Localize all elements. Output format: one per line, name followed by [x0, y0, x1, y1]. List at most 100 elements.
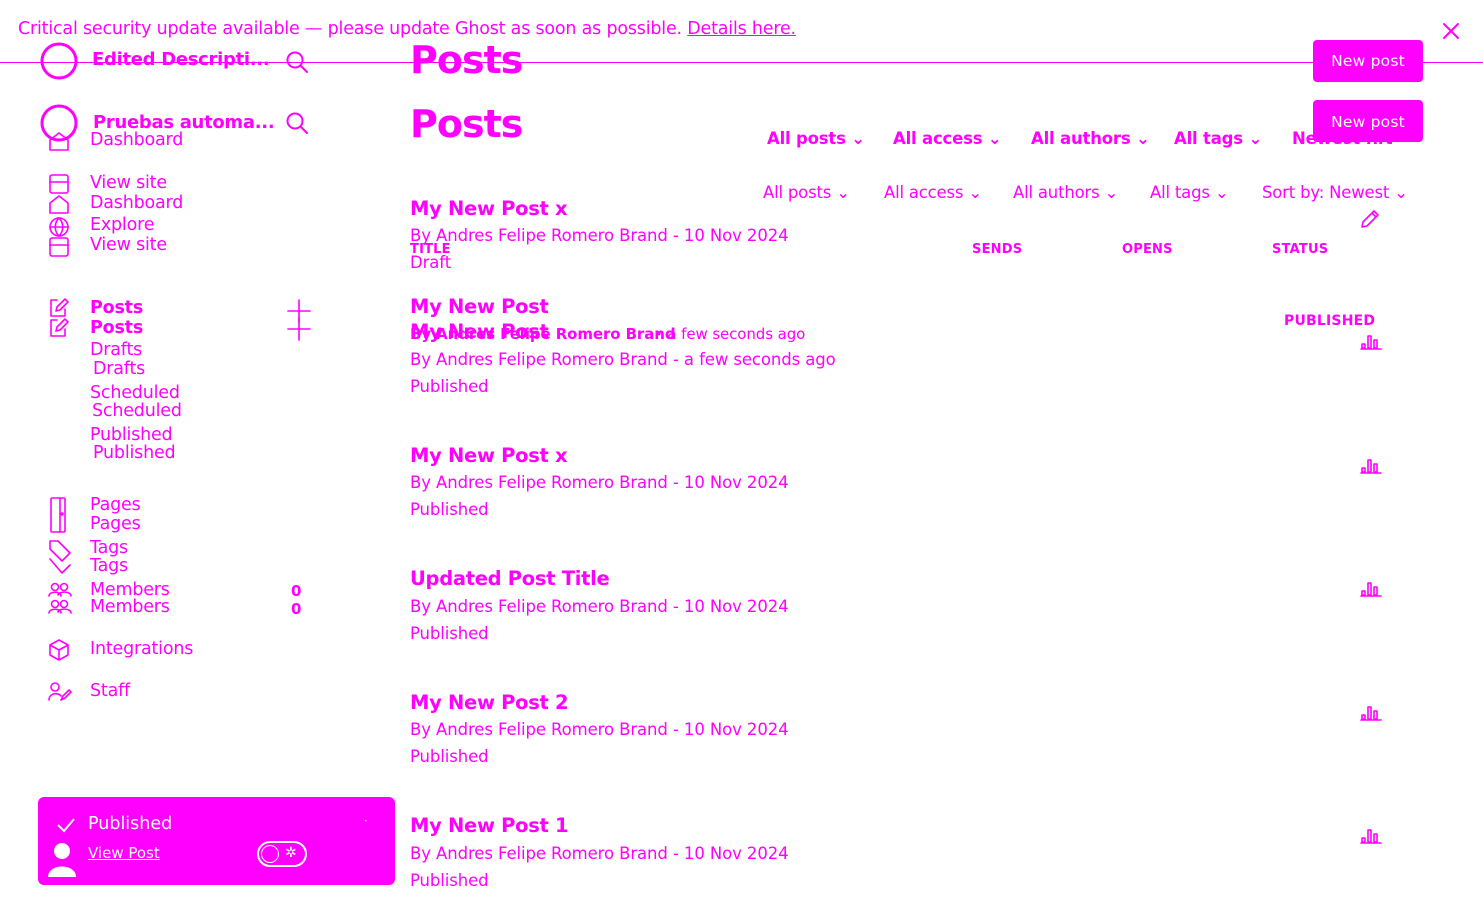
sun-icon: ✲ — [285, 845, 297, 861]
ghost-status-badge: PUBLISHED — [1284, 313, 1376, 329]
page-title: Posts — [410, 38, 523, 82]
filter-all-tags-secondary[interactable]: All tags ⌄ — [1150, 183, 1229, 202]
nav-view-site[interactable]: View site — [90, 173, 167, 193]
ghost-post-time: • a few seconds ago — [654, 325, 806, 343]
pages-icon — [49, 496, 69, 538]
analytics-icon[interactable] — [1360, 579, 1382, 601]
nav-drafts-secondary[interactable]: Drafts — [93, 359, 145, 379]
post-status: Published — [410, 377, 489, 396]
filter-all-authors-secondary[interactable]: All authors ⌄ — [1013, 183, 1118, 202]
banner-message: Critical security update available — ple… — [18, 19, 682, 39]
post-meta: By Andres Felipe Romero Brand - 10 Nov 2… — [410, 226, 789, 245]
posts-icon-secondary — [48, 317, 70, 343]
toggle-knob — [261, 845, 279, 863]
ghost-admin-page: Critical security update available — ple… — [0, 0, 1483, 920]
post-title[interactable]: My New Post 2 — [410, 691, 569, 714]
security-banner: Critical security update available — ple… — [18, 19, 796, 39]
view-site-icon-secondary — [48, 237, 70, 261]
post-title[interactable]: My New Post x — [410, 444, 568, 467]
filter-all-access-secondary[interactable]: All access ⌄ — [884, 183, 982, 202]
nav-scheduled[interactable]: Scheduled — [90, 383, 180, 403]
members-count: 0 — [291, 582, 302, 600]
chevron-down-icon: ⌄ — [1394, 183, 1408, 202]
search-icon-secondary[interactable] — [285, 111, 309, 139]
analytics-icon[interactable] — [1360, 703, 1382, 725]
post-title[interactable]: Updated Post Title — [410, 567, 610, 590]
toast-close-icon[interactable]: · — [364, 814, 368, 828]
theme-toggle[interactable]: ✲ — [257, 841, 307, 867]
chevron-down-icon: ⌄ — [968, 183, 982, 202]
filter-all-posts[interactable]: All posts ⌄ — [767, 129, 865, 148]
site-title[interactable]: Edited Descripti... — [92, 49, 270, 70]
column-status: STATUS — [1272, 242, 1329, 257]
check-icon — [56, 815, 76, 839]
post-title[interactable]: My New Post x — [410, 197, 568, 220]
chevron-down-icon: ⌄ — [1104, 183, 1119, 202]
toast-message: Published — [88, 814, 173, 834]
chevron-down-icon: ⌄ — [1214, 183, 1229, 202]
add-post-icon-secondary[interactable] — [287, 317, 311, 345]
post-title[interactable]: My New Post 1 — [410, 814, 569, 837]
filter-all-access-label: All access — [893, 129, 983, 148]
nav-drafts[interactable]: Drafts — [90, 340, 142, 360]
nav-posts-secondary[interactable]: Posts — [90, 318, 143, 338]
post-title[interactable]: My New Post — [410, 295, 549, 318]
nav-staff[interactable]: Staff — [90, 681, 130, 701]
site-logo-icon[interactable] — [40, 42, 78, 84]
nav-pages-secondary[interactable]: Pages — [90, 514, 141, 534]
filter-all-authors-label: All authors — [1031, 129, 1131, 148]
staff-icon — [48, 681, 72, 707]
new-post-button[interactable]: New post — [1313, 40, 1423, 82]
nav-members-secondary[interactable]: Members — [90, 597, 170, 617]
post-status: Published — [410, 747, 489, 766]
integrations-icon — [48, 639, 70, 665]
filter-sort[interactable]: Newest first — [1292, 129, 1392, 148]
nav-view-site-secondary[interactable]: View site — [90, 235, 167, 255]
nav-tags-secondary[interactable]: Tags — [90, 556, 128, 576]
chevron-down-icon: ⌄ — [1248, 129, 1263, 148]
avatar-icon[interactable] — [46, 841, 78, 881]
filter-all-access[interactable]: All access ⌄ — [893, 129, 1002, 148]
tag-icon — [48, 539, 72, 581]
chevron-down-icon: ⌄ — [987, 129, 1002, 148]
banner-details-link[interactable]: Details here. — [687, 19, 796, 39]
filter-all-authors[interactable]: All authors ⌄ — [1031, 129, 1150, 148]
nav-published-secondary[interactable]: Published — [93, 443, 176, 463]
page-title-secondary: Posts — [410, 102, 523, 146]
analytics-icon[interactable] — [1360, 826, 1382, 848]
search-icon[interactable] — [285, 50, 309, 78]
column-sends: SENDS — [972, 242, 1023, 257]
post-status: Published — [410, 871, 489, 890]
filter-all-tags[interactable]: All tags ⌄ — [1174, 129, 1262, 148]
nav-published[interactable]: Published — [90, 425, 173, 445]
filter-all-tags-label-secondary: All tags — [1150, 183, 1210, 202]
post-meta: By Andres Felipe Romero Brand - 10 Nov 2… — [410, 844, 789, 863]
filter-all-posts-label-secondary: All posts — [763, 183, 832, 202]
nav-explore[interactable]: Explore — [90, 215, 154, 235]
members-count-secondary: 0 — [291, 600, 302, 618]
home-icon — [48, 131, 70, 155]
nav-scheduled-secondary[interactable]: Scheduled — [92, 401, 182, 421]
edit-pencil-icon[interactable] — [1359, 208, 1381, 234]
nav-tags[interactable]: Tags — [90, 538, 128, 558]
nav-dashboard-ghost[interactable]: Dashboard — [90, 130, 183, 150]
post-status: Published — [410, 500, 489, 519]
chevron-down-icon: ⌄ — [836, 183, 850, 202]
post-meta: By Andres Felipe Romero Brand - 10 Nov 2… — [410, 473, 789, 492]
nav-pages[interactable]: Pages — [90, 495, 141, 515]
filter-all-posts-secondary[interactable]: All posts ⌄ — [763, 183, 850, 202]
published-toast: Published · View Post ✲ — [38, 797, 395, 885]
nav-integrations[interactable]: Integrations — [90, 639, 193, 659]
filter-all-tags-label: All tags — [1174, 129, 1243, 148]
home-icon-secondary — [48, 194, 70, 218]
analytics-icon[interactable] — [1360, 456, 1382, 478]
nav-dashboard[interactable]: Dashboard — [90, 193, 183, 213]
analytics-icon[interactable] — [1360, 332, 1382, 354]
toast-view-post-link[interactable]: View Post — [88, 844, 160, 862]
column-opens: OPENS — [1122, 242, 1173, 257]
filter-sort-secondary[interactable]: Sort by: Newest ⌄ — [1262, 183, 1408, 202]
close-icon[interactable] — [1441, 21, 1461, 45]
chevron-down-icon: ⌄ — [1135, 129, 1150, 148]
filter-all-access-label-secondary: All access — [884, 183, 964, 202]
nav-posts[interactable]: Posts — [90, 298, 143, 318]
